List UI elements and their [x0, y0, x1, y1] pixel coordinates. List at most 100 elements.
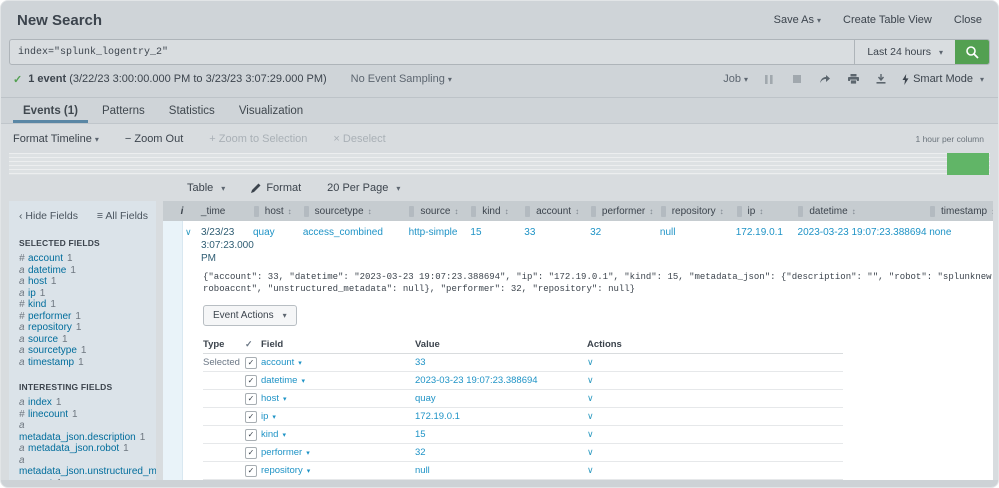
field-actions-chevron-icon[interactable]: ∨ [587, 375, 594, 385]
search-mode-menu[interactable]: Smart Mode ▾ [902, 73, 984, 85]
sidebar-field-metadata_json.description[interactable]: ametadata_json.description 1 [19, 420, 148, 443]
field-select-checkbox[interactable]: ✓ [245, 446, 257, 459]
column-header-host[interactable]: host ↕ [251, 201, 301, 221]
event-timeline-chart[interactable] [9, 153, 990, 175]
column-resize-grip[interactable] [736, 205, 742, 217]
all-fields-button[interactable]: ≡ All Fields [97, 210, 148, 222]
column-resize-grip[interactable] [798, 205, 804, 217]
sidebar-field-timestamp[interactable]: a timestamp 1 [19, 357, 148, 369]
event-sourcetype[interactable]: access_combined [301, 226, 407, 265]
sidebar-field-sourcetype[interactable]: a sourcetype 1 [19, 345, 148, 357]
sort-icon[interactable]: ↕ [720, 207, 724, 216]
sidebar-field-linecount[interactable]: # linecount 1 [19, 409, 148, 421]
field-name-link[interactable]: source [28, 334, 58, 345]
field-actions-chevron-icon[interactable]: ∨ [587, 429, 594, 439]
field-name-link[interactable]: kind [261, 429, 278, 440]
stop-job-icon[interactable] [790, 73, 804, 85]
select-all-check-icon[interactable]: ✓ [245, 339, 253, 350]
sidebar-field-datetime[interactable]: a datetime 1 [19, 265, 148, 277]
field-select-checkbox[interactable]: ✓ [245, 356, 257, 369]
sidebar-field-metadata_json.unstructured_metadata[interactable]: ametadata_json.unstructured_metadata1 [19, 455, 156, 478]
field-name-link[interactable]: repository [28, 322, 72, 333]
column-resize-grip[interactable] [660, 205, 666, 217]
column-header-ip[interactable]: ip ↕ [734, 201, 796, 221]
field-actions-chevron-icon[interactable]: ∨ [587, 393, 594, 403]
share-job-icon[interactable] [818, 73, 832, 85]
zoom-out-button[interactable]: − Zoom Out [125, 133, 183, 145]
field-name-link[interactable]: account [28, 253, 63, 264]
view-mode-menu[interactable]: Table ▾ [187, 182, 225, 194]
field-select-checkbox[interactable]: ✓ [245, 392, 257, 405]
field-name-link[interactable]: timestamp [28, 357, 74, 368]
field-select-checkbox[interactable]: ✓ [245, 374, 257, 387]
event-kind[interactable]: 15 [468, 226, 522, 265]
close-button[interactable]: Close [954, 14, 982, 26]
field-select-checkbox[interactable]: ✓ [245, 428, 257, 441]
column-resize-grip[interactable] [471, 205, 477, 217]
sort-icon[interactable]: ↕ [649, 207, 653, 216]
search-input[interactable]: index="splunk_logentry_2" [10, 40, 854, 64]
column-header-repository[interactable]: repository ↕ [658, 201, 734, 221]
field-actions-chevron-icon[interactable]: ∨ [587, 411, 594, 421]
field-name-link[interactable]: index [28, 397, 52, 408]
sidebar-field-metadata_json.robot[interactable]: a metadata_json.robot 1 [19, 443, 148, 455]
sidebar-field-repository[interactable]: a repository 1 [19, 322, 148, 334]
event-time[interactable]: 3/23/23 3:07:23.000 PM [199, 226, 254, 265]
job-menu[interactable]: Job ▾ [723, 73, 748, 85]
field-actions-chevron-icon[interactable]: ∨ [587, 357, 594, 367]
column-resize-grip[interactable] [525, 205, 531, 217]
column-resize-grip[interactable] [409, 205, 415, 217]
time-range-picker[interactable]: Last 24 hours ▾ [854, 40, 955, 64]
event-source[interactable]: http-simple [407, 226, 469, 265]
event-datetime[interactable]: 2023-03-23 19:07:23.388694 [796, 226, 928, 265]
sidebar-field-performer[interactable]: # performer 1 [19, 311, 148, 323]
field-value-link[interactable]: 172.19.0.1 [415, 411, 587, 422]
column-header-kind[interactable]: kind ↕ [468, 201, 522, 221]
sidebar-field-kind[interactable]: # kind 1 [19, 299, 148, 311]
field-name-link[interactable]: performer [28, 311, 71, 322]
field-name-link[interactable]: metadata_json.description [19, 432, 136, 443]
column-resize-grip[interactable] [253, 205, 259, 217]
field-actions-chevron-icon[interactable]: ∨ [587, 447, 594, 457]
sidebar-field-account[interactable]: # account 1 [19, 253, 148, 265]
column-resize-grip[interactable] [590, 205, 596, 217]
event-ip[interactable]: 172.19.0.1 [734, 226, 796, 265]
event-actions-button[interactable]: Event Actions ▾ [203, 305, 297, 326]
event-performer[interactable]: 32 [588, 226, 658, 265]
sort-icon[interactable]: ↕ [288, 207, 292, 216]
event-repository[interactable]: null [658, 226, 734, 265]
sort-icon[interactable]: ↕ [852, 207, 856, 216]
field-name-link[interactable]: datetime [28, 265, 66, 276]
field-value-link[interactable]: 33 [415, 357, 587, 368]
event-account[interactable]: 33 [522, 226, 588, 265]
sort-icon[interactable]: ↕ [759, 207, 763, 216]
search-button[interactable] [955, 40, 989, 64]
column-resize-grip[interactable] [930, 205, 935, 217]
column-header-datetime[interactable]: datetime ↕ [795, 201, 927, 221]
field-name-link[interactable]: kind [28, 299, 46, 310]
tab-statistics[interactable]: Statistics [157, 101, 227, 123]
field-name-link[interactable]: account [261, 357, 294, 368]
sort-icon[interactable]: ↕ [368, 207, 372, 216]
field-name-link[interactable]: sourcetype [28, 345, 77, 356]
field-value-link[interactable]: quay [415, 393, 587, 404]
field-name-link[interactable]: metadata_json.robot [28, 443, 119, 454]
tab-visualization[interactable]: Visualization [227, 101, 315, 123]
field-value-link[interactable]: 15 [415, 429, 587, 440]
per-page-menu[interactable]: 20 Per Page ▾ [327, 182, 400, 194]
field-name-link[interactable]: repository [261, 465, 303, 476]
sidebar-field-source[interactable]: a source 1 [19, 334, 148, 346]
column-header-account[interactable]: account ↕ [522, 201, 588, 221]
print-job-icon[interactable] [846, 73, 860, 85]
event-row[interactable]: ∨ 3/23/23 3:07:23.000 PM quay access_com… [163, 221, 993, 265]
event-host[interactable]: quay [251, 226, 301, 265]
sidebar-field-host[interactable]: a host 1 [19, 276, 148, 288]
field-select-checkbox[interactable]: ✓ [245, 464, 257, 477]
field-value-link[interactable]: 32 [415, 447, 587, 458]
column-header-sourcetype[interactable]: sourcetype ↕ [301, 201, 407, 221]
field-value-link[interactable]: 2023-03-23 19:07:23.388694 [415, 375, 587, 386]
hide-fields-button[interactable]: ‹ Hide Fields [19, 210, 78, 222]
field-name-link[interactable]: performer [261, 447, 302, 458]
sidebar-field-index[interactable]: a index 1 [19, 397, 148, 409]
event-sampling-menu[interactable]: No Event Sampling ▾ [351, 73, 452, 85]
